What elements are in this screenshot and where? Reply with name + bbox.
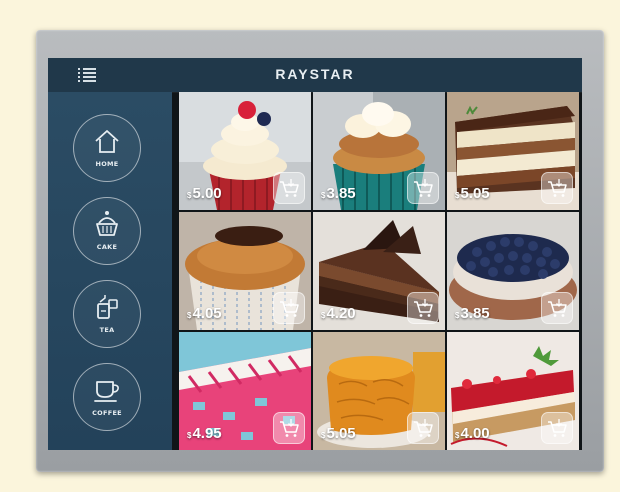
sidebar-item-label: CAKE xyxy=(96,243,118,251)
add-to-cart-button[interactable] xyxy=(273,292,305,324)
sidebar-item-label: TEA xyxy=(99,326,115,334)
cart-icon xyxy=(548,179,567,197)
cart-icon xyxy=(414,179,433,197)
add-to-cart-button[interactable] xyxy=(273,172,305,204)
price-label: $3.85 xyxy=(455,305,490,322)
price-label: $4.05 xyxy=(187,305,222,322)
cart-icon xyxy=(280,179,299,197)
price-label: $4.00 xyxy=(455,425,490,442)
app-title: RAYSTAR xyxy=(275,66,355,82)
product-tile[interactable]: $4.20 xyxy=(313,212,445,330)
sidebar-item-tea[interactable]: TEA xyxy=(73,280,141,348)
product-tile[interactable]: $5.05 xyxy=(447,92,579,210)
add-to-cart-button[interactable] xyxy=(541,172,573,204)
product-tile[interactable]: $4.00 xyxy=(447,332,579,450)
sidebar-item-label: HOME xyxy=(95,160,119,168)
cart-icon xyxy=(280,419,299,437)
price-label: $5.00 xyxy=(187,185,222,202)
price-label: $3.85 xyxy=(321,185,356,202)
cart-icon xyxy=(414,419,433,437)
price-label: $5.05 xyxy=(321,425,356,442)
cart-icon xyxy=(548,299,567,317)
add-to-cart-button[interactable] xyxy=(541,292,573,324)
cart-icon xyxy=(414,299,433,317)
product-tile[interactable]: $5.05 xyxy=(313,332,445,450)
tea-icon xyxy=(97,295,118,319)
sidebar-item-label: COFFEE xyxy=(92,409,122,417)
sidebar: HOME CAKE TEA COFFEE xyxy=(48,92,172,450)
coffee-icon xyxy=(94,381,119,402)
home-icon xyxy=(95,130,119,153)
add-to-cart-button[interactable] xyxy=(407,172,439,204)
add-to-cart-button[interactable] xyxy=(541,412,573,444)
add-to-cart-button[interactable] xyxy=(273,412,305,444)
add-to-cart-button[interactable] xyxy=(407,412,439,444)
top-bar: RAYSTAR xyxy=(48,58,582,92)
price-label: $4.20 xyxy=(321,305,356,322)
product-tile[interactable]: $4.05 xyxy=(179,212,311,330)
product-tile[interactable]: $3.85 xyxy=(313,92,445,210)
cart-icon xyxy=(548,419,567,437)
product-tile[interactable]: $4.95 xyxy=(179,332,311,450)
product-tile[interactable]: $5.00 xyxy=(179,92,311,210)
cake-icon xyxy=(96,211,118,236)
sidebar-item-cake[interactable]: CAKE xyxy=(73,197,141,265)
price-label: $5.05 xyxy=(455,185,490,202)
sidebar-item-home[interactable]: HOME xyxy=(73,114,141,182)
product-grid: $5.00 $3.85 $5.05 $4.05 $4.20 $3.85 $4.9… xyxy=(179,92,582,450)
product-tile[interactable]: $3.85 xyxy=(447,212,579,330)
cart-icon xyxy=(280,299,299,317)
device-screen: RAYSTAR HOME CAKE TEA COFFEE $5.00 $3.85… xyxy=(48,58,582,450)
sidebar-item-coffee[interactable]: COFFEE xyxy=(73,363,141,431)
add-to-cart-button[interactable] xyxy=(407,292,439,324)
price-label: $4.95 xyxy=(187,425,222,442)
